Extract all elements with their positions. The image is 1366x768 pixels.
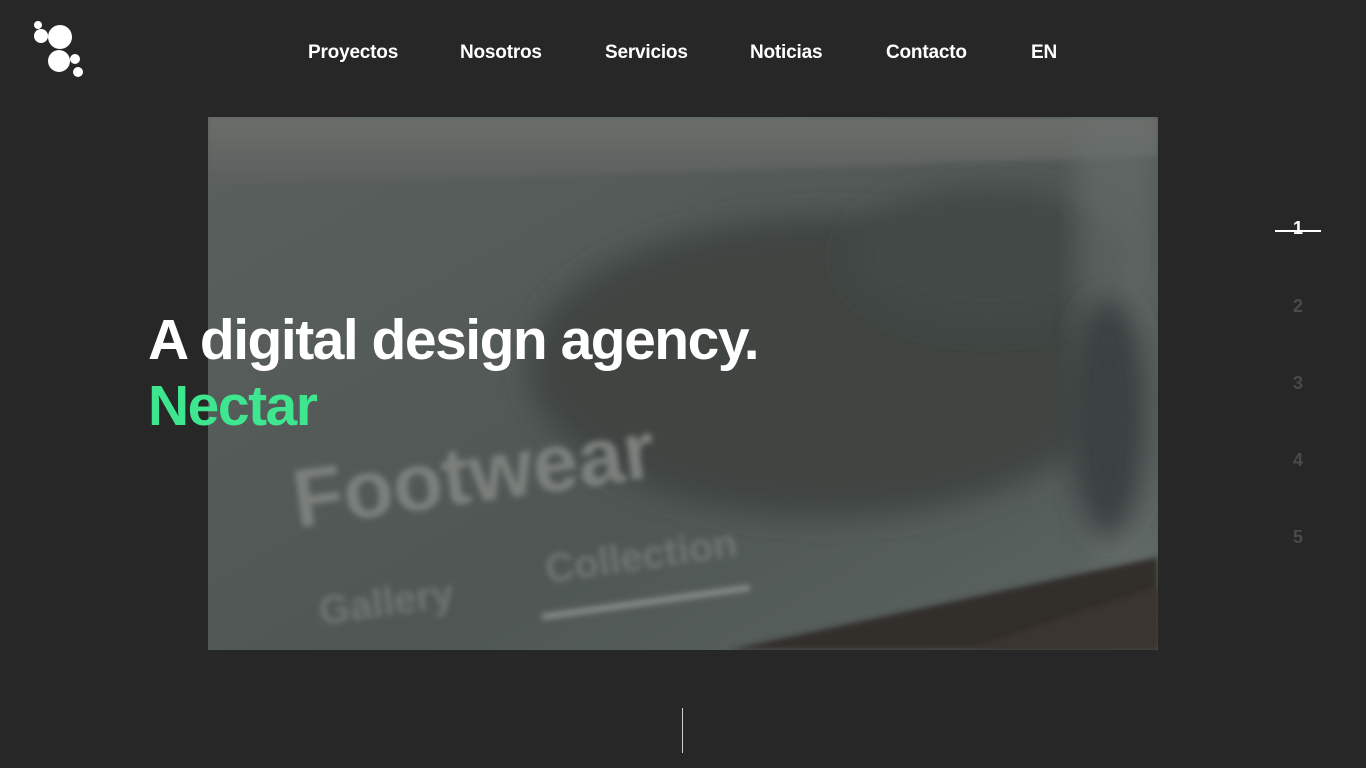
nav-link-contacto[interactable]: Contacto bbox=[886, 42, 967, 64]
page: Proyectos Nosotros Servicios Noticias Co… bbox=[0, 0, 1366, 768]
slide-dot-1[interactable]: 1 bbox=[1270, 218, 1326, 239]
bubbles-logo-icon[interactable] bbox=[32, 20, 92, 80]
nav-link-noticias[interactable]: Noticias bbox=[750, 42, 823, 64]
nav-link-proyectos[interactable]: Proyectos bbox=[308, 42, 398, 64]
hero-image: Footwear Gallery Collection bbox=[208, 117, 1158, 650]
nav-link-servicios[interactable]: Servicios bbox=[605, 42, 688, 64]
slide-dot-2[interactable]: 2 bbox=[1270, 296, 1326, 317]
scroll-down-indicator[interactable] bbox=[682, 708, 683, 753]
slide-dot-4[interactable]: 4 bbox=[1270, 450, 1326, 471]
slide-dot-5[interactable]: 5 bbox=[1270, 527, 1326, 548]
nav-link-nosotros[interactable]: Nosotros bbox=[460, 42, 542, 64]
slide-dot-3[interactable]: 3 bbox=[1270, 373, 1326, 394]
language-switch-en[interactable]: EN bbox=[1031, 42, 1057, 64]
hero-title: A digital design agency. bbox=[148, 308, 760, 372]
hero-brand-name: Nectar bbox=[148, 374, 318, 438]
slide-pager: 1 2 3 4 5 bbox=[1270, 214, 1326, 554]
